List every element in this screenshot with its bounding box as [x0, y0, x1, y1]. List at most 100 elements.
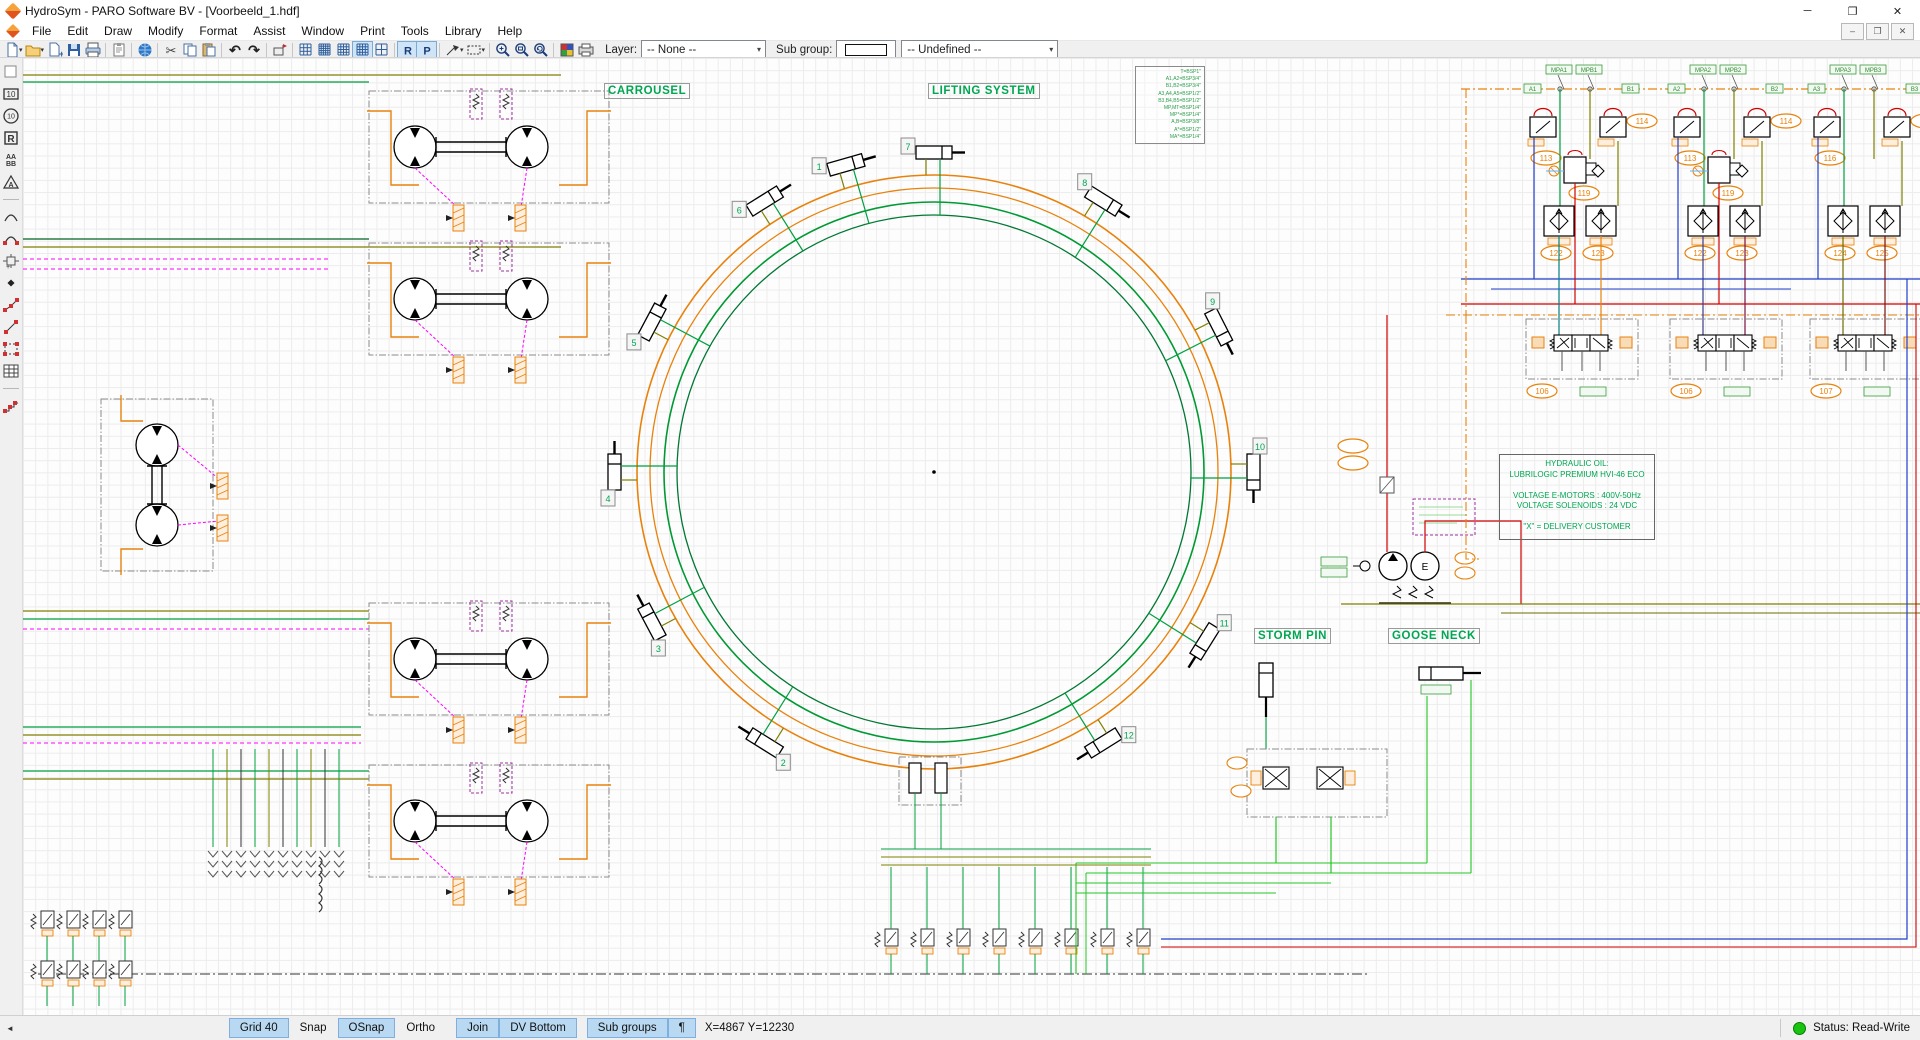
menu-edit[interactable]: Edit — [59, 22, 96, 40]
chevron-down-icon[interactable]: ▾ — [41, 46, 45, 54]
mdi-close-icon[interactable]: ✕ — [1891, 23, 1914, 40]
paste-button[interactable] — [199, 42, 218, 58]
statusbar-toggle-dv-bottom[interactable]: DV Bottom — [500, 1019, 576, 1037]
ports-toggle-button[interactable]: P — [417, 42, 436, 58]
subgroup-value: -- Undefined -- — [907, 44, 981, 56]
title-bar: HydroSym - PARO Software BV - [Voorbeeld… — [0, 0, 1920, 22]
subgroup-label: Sub group: — [776, 44, 832, 56]
selection-rect-tool[interactable] — [1, 338, 21, 360]
svg-text:6: 6 — [737, 205, 742, 215]
node-point-tool[interactable] — [1, 272, 21, 294]
redo-button[interactable]: ↷ — [244, 42, 263, 58]
svg-text:MPB2: MPB2 — [1725, 68, 1742, 74]
svg-text:A3: A3 — [1813, 87, 1821, 93]
polyline-tool[interactable] — [1, 294, 21, 316]
copy-button[interactable] — [180, 42, 199, 58]
carrousel-label[interactable]: CARROUSEL — [604, 83, 690, 99]
insert-symbol-button[interactable] — [270, 42, 289, 58]
svg-text:+: + — [6, 264, 10, 269]
menu-library[interactable]: Library — [437, 22, 490, 40]
chevron-down-icon[interactable]: ▾ — [460, 46, 464, 54]
mdi-restore-icon[interactable]: ❐ — [1866, 23, 1889, 40]
blank-symbol-tool[interactable] — [1, 61, 21, 83]
drawing-canvas[interactable]: 789101112234561MPA1MPB1A1B11141131191221… — [23, 58, 1920, 1016]
document-icon — [6, 24, 20, 38]
zoom-in-button[interactable] — [493, 42, 512, 58]
close-icon[interactable]: ✕ — [1875, 0, 1920, 22]
save-button[interactable] — [64, 42, 83, 58]
mdi-minimize-icon[interactable]: – — [1841, 23, 1864, 40]
reference-toggle-button[interactable]: R — [398, 42, 417, 58]
menu-assist[interactable]: Assist — [245, 22, 293, 40]
number-circle-tool[interactable]: 10 — [1, 105, 21, 127]
svg-text:4: 4 — [605, 494, 610, 504]
status-bar: ◄ Grid 40SnapOSnapOrtho JoinDV Bottom Sub … — [0, 1015, 1920, 1040]
reference-rect-tool[interactable]: R — [1, 127, 21, 149]
print-button[interactable] — [83, 42, 102, 58]
storm-pin-label[interactable]: STORM PIN — [1254, 628, 1331, 644]
color-palette-button[interactable] — [557, 42, 576, 58]
menu-bar: FileEditDrawModifyFormatAssistWindowPrin… — [0, 22, 1920, 41]
menu-format[interactable]: Format — [191, 22, 245, 40]
scroll-left-icon[interactable]: ◄ — [6, 1024, 14, 1033]
svg-text:113: 113 — [1684, 154, 1697, 163]
text-tool[interactable]: AABB — [1, 149, 21, 171]
number-rect-tool[interactable]: 10 — [1, 83, 21, 105]
restore-icon[interactable]: ❐ — [1830, 0, 1875, 22]
menu-print[interactable]: Print — [352, 22, 393, 40]
chevron-down-icon: ▾ — [753, 45, 765, 54]
port-size-legend[interactable]: T=BSP1"A1,A2=BSP3/4"B1,B2=BSP3/4"A3,A4,A… — [1135, 66, 1205, 144]
file-status: Status: Read-Write — [1813, 1022, 1910, 1034]
warning-text-tool[interactable]: A — [1, 171, 21, 193]
statusbar-toggle-snap[interactable]: Snap — [290, 1019, 337, 1037]
zoom-previous-button[interactable] — [531, 42, 550, 58]
status-green-icon — [1793, 1022, 1806, 1035]
import-page-button[interactable]: + — [45, 42, 64, 58]
statusbar-toggle-grid-40[interactable]: Grid 40 — [230, 1019, 288, 1037]
menu-file[interactable]: File — [24, 22, 59, 40]
chevron-down-icon[interactable]: ▾ — [19, 46, 23, 54]
menu-window[interactable]: Window — [293, 22, 352, 40]
grid-density-4-button[interactable] — [353, 42, 372, 58]
grid-density-2-button[interactable] — [315, 42, 334, 58]
statusbar-toggle-ortho[interactable]: Ortho — [396, 1019, 445, 1037]
svg-text:B1: B1 — [1627, 87, 1635, 93]
menu-help[interactable]: Help — [490, 22, 531, 40]
menu-tools[interactable]: Tools — [393, 22, 437, 40]
svg-text:MPB3: MPB3 — [1865, 68, 1882, 74]
layer-label: Layer: — [605, 44, 637, 56]
grid-density-1-button[interactable] — [296, 42, 315, 58]
svg-text:R: R — [404, 45, 412, 57]
minimize-icon[interactable]: ─ — [1785, 0, 1830, 22]
help-globe-button[interactable] — [135, 42, 154, 58]
component-insert-tool[interactable]: + — [1, 250, 21, 272]
arc-endpoint-tool[interactable] — [1, 228, 21, 250]
undo-button[interactable]: ↶ — [225, 42, 244, 58]
print-preview-button[interactable] — [109, 42, 128, 58]
svg-text:1: 1 — [817, 162, 822, 172]
line-segment-tool[interactable] — [1, 316, 21, 338]
statusbar-toggle-join[interactable]: Join — [457, 1019, 498, 1037]
table-tool[interactable] — [1, 360, 21, 382]
zoom-window-button[interactable] — [512, 42, 531, 58]
statusbar-toggle-osnap[interactable]: OSnap — [339, 1019, 395, 1037]
statusbar-toggle--[interactable]: ¶ — [669, 1019, 695, 1037]
svg-text:12: 12 — [1124, 731, 1134, 741]
grid-density-5-button[interactable] — [372, 42, 391, 58]
svg-text:106: 106 — [1679, 387, 1693, 396]
svg-text:A1: A1 — [1529, 87, 1537, 93]
cut-button[interactable]: ✂ — [161, 42, 180, 58]
svg-text:114: 114 — [1780, 117, 1793, 126]
plot-button[interactable] — [576, 42, 595, 58]
statusbar-toggle-sub-groups[interactable]: Sub groups — [588, 1019, 667, 1037]
menu-draw[interactable]: Draw — [96, 22, 140, 40]
chevron-down-icon[interactable]: ▾ — [482, 46, 486, 54]
oil-spec-box[interactable]: HYDRAULIC OIL:LUBRILOGIC PREMIUM HVI-46 … — [1499, 454, 1655, 540]
lifting-system-label[interactable]: LIFTING SYSTEM — [928, 83, 1040, 99]
svg-text:↷: ↷ — [248, 42, 260, 58]
grid-density-3-button[interactable] — [334, 42, 353, 58]
step-route-tool[interactable] — [1, 395, 21, 417]
menu-modify[interactable]: Modify — [140, 22, 191, 40]
arc-tool[interactable] — [1, 206, 21, 228]
goose-neck-label[interactable]: GOOSE NECK — [1388, 628, 1480, 644]
